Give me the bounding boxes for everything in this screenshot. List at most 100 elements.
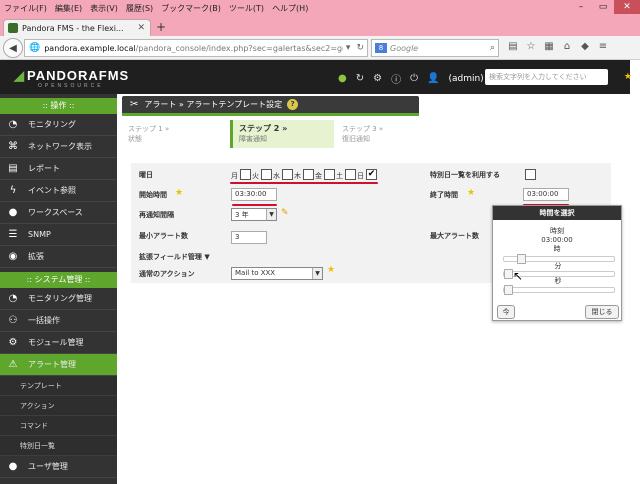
sidebar-item[interactable]: ◔ モニタリング管理: [0, 288, 117, 310]
day-checkbox[interactable]: [261, 169, 272, 180]
browser-menu-item[interactable]: ファイル(F): [4, 3, 47, 14]
sidebar-item[interactable]: ▤ レポート: [0, 158, 117, 180]
special-days-checkbox[interactable]: [525, 169, 536, 180]
page-title-bar: ✂ アラート » アラートテンプレート設定 ?: [122, 96, 419, 116]
required-star-icon: ★: [467, 188, 476, 198]
close-window-icon[interactable]: ✕: [614, 0, 640, 14]
day-label: 金: [315, 172, 322, 180]
browser-menu-item[interactable]: ヘルプ(H): [272, 3, 308, 14]
browser-tab[interactable]: Pandora FMS - the Flexi... ✕: [3, 19, 151, 36]
close-picker-button[interactable]: 閉じる: [585, 305, 619, 319]
sidebar-subitem[interactable]: テンプレート: [0, 376, 117, 396]
tab-bar: Pandora FMS - the Flexi... ✕ +: [0, 16, 640, 36]
end-time-input[interactable]: 03:00:00: [523, 188, 569, 201]
step-2[interactable]: ステップ 2 » 障害通知: [230, 120, 334, 148]
default-action-select[interactable]: Mail to XXX ▼: [231, 267, 323, 280]
day-label: 木: [294, 172, 301, 180]
browser-menu-item[interactable]: ツール(T): [229, 3, 264, 14]
tools-icon: ✂: [130, 99, 139, 110]
bookmarks-list-icon[interactable]: ▦: [540, 41, 558, 52]
now-button[interactable]: 今: [497, 305, 515, 319]
day-checkbox[interactable]: [345, 169, 356, 180]
search-icon[interactable]: ⌕: [490, 43, 495, 53]
sidebar-subitem[interactable]: アクション: [0, 396, 117, 416]
day-checkbox[interactable]: [303, 169, 314, 180]
back-button[interactable]: ◀: [3, 38, 23, 58]
step-3[interactable]: ステップ 3 » 復旧通知: [336, 120, 436, 148]
min-alerts-input[interactable]: 3: [231, 231, 267, 244]
dropdown-icon[interactable]: ▾: [346, 43, 351, 53]
tab-title: Pandora FMS - the Flexi...: [22, 23, 124, 33]
info-icon[interactable]: ⓘ: [391, 71, 401, 86]
extension-toolbar-icon[interactable]: ◆: [576, 41, 594, 52]
user-icon: ●: [8, 461, 18, 472]
minimize-icon[interactable]: –: [570, 0, 592, 14]
header-search-input[interactable]: 検索文字列を入力してください: [485, 69, 608, 85]
browser-search-box[interactable]: 8 Google ⌕: [371, 39, 499, 57]
logout-icon[interactable]: ⏻: [410, 73, 418, 84]
status-ok-icon[interactable]: ●: [338, 73, 347, 84]
advanced-fields-toggle[interactable]: 拡張フィールド管理 ▼: [139, 252, 210, 262]
start-time-input[interactable]: 03:30:00: [231, 188, 277, 201]
navigation-bar: ◀ 🌐 pandora.example.local/pandora_consol…: [0, 36, 640, 60]
browser-menu-item[interactable]: 履歴(S): [126, 3, 153, 14]
day-label: 土: [336, 172, 343, 180]
day-checkbox[interactable]: ✔: [366, 169, 377, 180]
new-tab-button[interactable]: +: [156, 20, 166, 34]
menu-icon[interactable]: ≡: [594, 41, 612, 52]
triangle-down-icon: ▼: [204, 253, 210, 261]
day-checkbox[interactable]: [240, 169, 251, 180]
sidebar-item[interactable]: ◉ 拡張: [0, 246, 117, 268]
sidebar-subitem[interactable]: コマンド: [0, 416, 117, 436]
settings-icon[interactable]: ⚙: [373, 73, 382, 84]
sidebar-item[interactable]: ● ワークスペース: [0, 202, 117, 224]
sidebar-item[interactable]: ◔ モニタリング: [0, 114, 117, 136]
refresh-icon[interactable]: ↻: [356, 73, 364, 84]
renotify-select[interactable]: 3 年 ▼: [231, 208, 277, 221]
browser-search-placeholder: Google: [390, 43, 419, 53]
sidebar-item[interactable]: ⚇ 一括操作: [0, 310, 117, 332]
second-slider[interactable]: [503, 285, 615, 295]
help-icon[interactable]: ?: [287, 99, 299, 110]
favorite-star-icon[interactable]: ★: [624, 72, 632, 82]
day-checkbox[interactable]: [324, 169, 335, 180]
day-label: 日: [357, 172, 364, 180]
sidebar-item[interactable]: ● ユーザ管理: [0, 456, 117, 478]
browser-menu-item[interactable]: 編集(E): [55, 3, 82, 14]
sidebar-item[interactable]: ⚙ モジュール管理: [0, 332, 117, 354]
sidebar-item-label: 拡張: [28, 252, 44, 261]
url-bar[interactable]: 🌐 pandora.example.local/pandora_console/…: [24, 39, 368, 57]
reload-icon[interactable]: ↻: [356, 43, 364, 53]
url-text: pandora.example.local/pandora_console/in…: [44, 43, 343, 53]
time-picker-title: 時間を選択: [493, 206, 621, 220]
browser-menu-item[interactable]: 表示(V): [90, 3, 118, 14]
edit-pencil-icon[interactable]: ✎: [281, 208, 289, 218]
sidebar-item[interactable]: ⚠ アラート管理: [0, 354, 117, 376]
time-picker: 時間を選択 時刻 03:00:00 時 分 秒 今 閉じる: [492, 205, 622, 321]
sidebar-section-header: :: 操作 ::: [0, 98, 117, 114]
header-username[interactable]: (admin): [448, 74, 483, 84]
renotify-label: 再通知間隔: [139, 211, 174, 219]
chevron-down-icon: ▼: [312, 268, 322, 279]
home-icon[interactable]: ⌂: [558, 41, 576, 52]
step-1[interactable]: ステップ 1 » 状態: [122, 120, 222, 148]
sidebar-item[interactable]: ⌘ ネットワーク表示: [0, 136, 117, 158]
pandora-logo[interactable]: ◢ PANDORAFMS OPENSOURCE: [14, 68, 129, 89]
close-tab-icon[interactable]: ✕: [137, 23, 145, 33]
extension-icon: ◉: [8, 251, 18, 262]
sidebar-item[interactable]: ☰ SNMP: [0, 224, 117, 246]
browser-menu-item[interactable]: ブックマーク(B): [161, 3, 221, 14]
logo-mark-icon: ◢: [14, 68, 25, 83]
start-time-label: 開始時間: [139, 191, 167, 199]
default-action-label: 通常のアクション: [139, 270, 195, 278]
annotation-underline: [232, 204, 277, 206]
sidebar: :: 操作 :: ◔ モニタリング ⌘ ネットワーク表示 ▤ レポート ϟ イベント参照 ● ワーク…: [0, 94, 117, 484]
sidebar-item[interactable]: ϟ イベント参照: [0, 180, 117, 202]
sidebar-subitem[interactable]: 特別日一覧: [0, 436, 117, 456]
day-checkbox[interactable]: [282, 169, 293, 180]
monitor-icon: ◔: [8, 119, 18, 130]
second-slider-handle[interactable]: [504, 285, 513, 295]
bookmark-star-icon[interactable]: ☆: [522, 41, 540, 52]
addon-icon[interactable]: ▤: [504, 41, 522, 52]
maximize-icon[interactable]: ▭: [592, 0, 614, 14]
